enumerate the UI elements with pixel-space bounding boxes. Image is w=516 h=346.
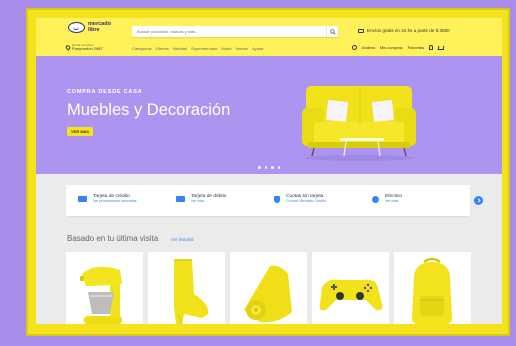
nav-supermarket[interactable]: Supermercado xyxy=(191,46,217,51)
location-pin-icon xyxy=(64,43,72,51)
location-address: Pueyrredón 2987 xyxy=(72,46,103,51)
payment-debit-card[interactable]: Tarjeta de débito Ver más xyxy=(176,194,226,204)
carousel-dot[interactable] xyxy=(258,166,261,169)
more-payments-chevron-icon[interactable] xyxy=(474,196,483,205)
rolled-towel-image xyxy=(244,265,292,323)
backpack-image xyxy=(412,257,452,324)
hero-kicker: COMPRA DESDE CASA xyxy=(67,89,143,95)
carousel-dot[interactable] xyxy=(277,166,280,169)
ankle-boot-image xyxy=(174,259,209,324)
search-input[interactable] xyxy=(137,29,326,34)
free-shipping-promo[interactable]: Envíos gratis en 24 hs a partir de $ 350… xyxy=(358,28,450,33)
search-bar xyxy=(132,26,338,37)
handshake-logo-icon xyxy=(68,22,85,33)
carousel-dot[interactable] xyxy=(264,166,267,169)
user-nav: Andrea Mis compras Favoritos xyxy=(352,45,445,50)
my-purchases-link[interactable]: Mis compras xyxy=(380,45,403,50)
hero-banner[interactable]: COMPRA DESDE CASA Muebles y Decoración V… xyxy=(36,56,502,174)
see-more-button[interactable]: VER MAS xyxy=(67,127,94,136)
payment-subtitle[interactable]: Ver promociones bancarias xyxy=(93,199,137,204)
payment-credit-card[interactable]: Tarjeta de crédito Ver promociones banca… xyxy=(78,194,137,204)
webpage-screenshot: mercado libre Envíos gratis en 24 hs a p… xyxy=(36,18,502,324)
product-card-ankle-boot[interactable] xyxy=(148,252,225,324)
payment-cash[interactable]: Efectivo Ver más xyxy=(372,194,402,204)
cart-icon[interactable] xyxy=(437,45,445,50)
nav-offers[interactable]: Ofertas xyxy=(156,46,169,51)
user-avatar-icon xyxy=(352,45,357,50)
debit-card-icon xyxy=(176,196,185,202)
product-card-backpack[interactable] xyxy=(394,252,471,324)
stand-mixer-image xyxy=(80,266,122,324)
carousel-dots xyxy=(258,166,280,169)
product-card-game-controller[interactable] xyxy=(312,252,389,324)
favorites-link[interactable]: Favoritos xyxy=(408,45,424,50)
shipping-truck-icon xyxy=(358,28,364,33)
main-nav: Categorías Ofertas Historial Supermercad… xyxy=(132,46,263,51)
payment-subtitle[interactable]: Conocé Mercado Crédito xyxy=(286,199,326,204)
product-card-rolled-towel[interactable] xyxy=(230,252,307,324)
cash-icon xyxy=(372,196,379,203)
payment-methods-strip: Tarjeta de crédito Ver promociones banca… xyxy=(66,185,483,216)
payment-subtitle[interactable]: Ver más xyxy=(385,199,402,204)
user-menu[interactable]: Andrea xyxy=(362,45,375,50)
shipping-location[interactable]: Enviar a Andrea Pueyrredón 2987 xyxy=(64,43,103,51)
credit-card-icon xyxy=(78,196,87,202)
hero-title: Muebles y Decoración xyxy=(67,101,231,119)
game-controller-image xyxy=(319,279,383,311)
notifications-bell-icon[interactable] xyxy=(429,45,434,50)
product-carousel xyxy=(66,252,471,324)
payment-installments[interactable]: Cuotas sin tarjeta Conocé Mercado Crédit… xyxy=(274,194,326,204)
nav-history[interactable]: Historial xyxy=(173,46,187,51)
nav-sell[interactable]: Vender xyxy=(235,46,248,51)
search-icon[interactable] xyxy=(326,26,338,37)
yellow-sofa-illustration xyxy=(302,86,416,161)
carousel-dot[interactable] xyxy=(271,166,274,169)
nav-fashion[interactable]: Moda xyxy=(221,46,231,51)
payment-subtitle[interactable]: Ver más xyxy=(191,199,226,204)
nav-help[interactable]: Ayuda xyxy=(252,46,263,51)
promo-text: Envíos gratis en 24 hs a partir de $ 350… xyxy=(367,28,450,33)
installments-hand-icon xyxy=(274,196,280,203)
logo-text: mercado libre xyxy=(88,21,111,33)
nav-categories[interactable]: Categorías xyxy=(132,46,152,51)
product-card-stand-mixer[interactable] xyxy=(66,252,143,324)
history-section-title: Basado en tu última visita xyxy=(67,234,159,243)
view-history-link[interactable]: Ver historial xyxy=(171,237,193,242)
header-bar: mercado libre Envíos gratis en 24 hs a p… xyxy=(36,18,502,56)
mercado-libre-logo[interactable]: mercado libre xyxy=(68,21,116,33)
